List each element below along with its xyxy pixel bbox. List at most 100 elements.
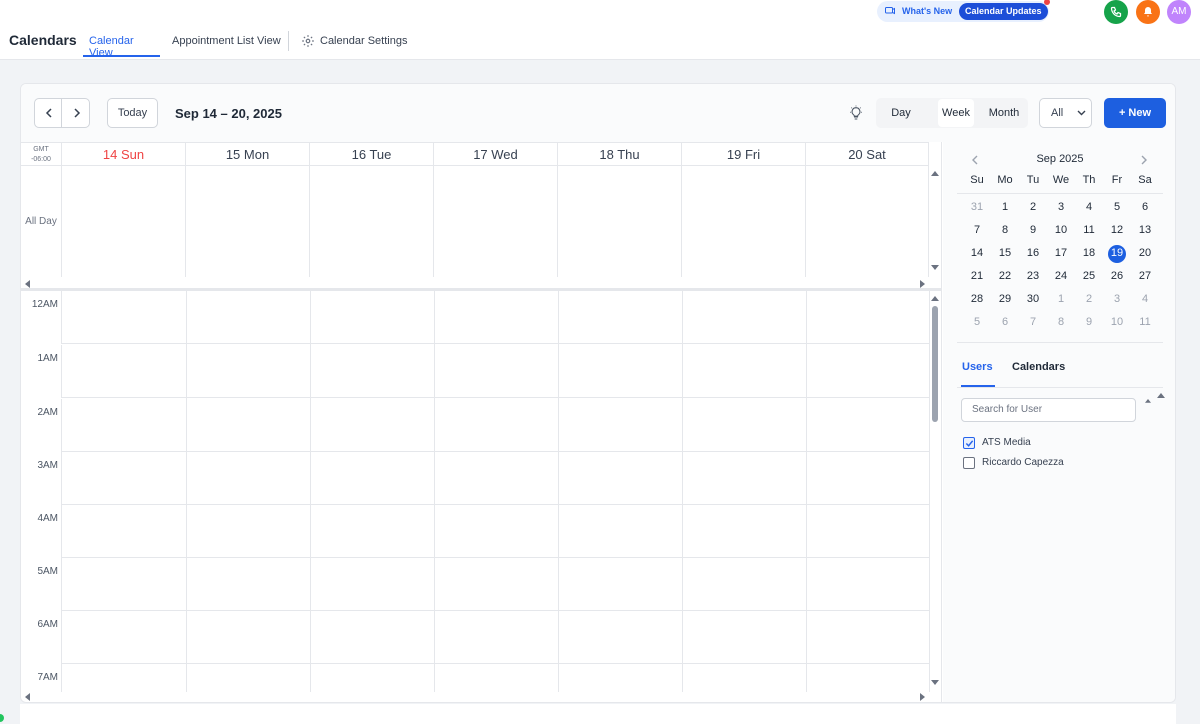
new-appointment-button[interactable]: + New [1104, 98, 1166, 128]
tab-calendars[interactable]: Calendars [1012, 361, 1065, 373]
mini-day[interactable]: 2 [1075, 288, 1103, 311]
today-button[interactable]: Today [107, 98, 158, 128]
phone-button[interactable] [1104, 0, 1128, 24]
mini-day[interactable]: 10 [1047, 219, 1075, 242]
mini-day[interactable]: 9 [1075, 311, 1103, 334]
all-day-cell-tue[interactable] [310, 166, 434, 277]
tab-appointment-list-view[interactable]: Appointment List View [172, 35, 281, 57]
calendar-updates-badge[interactable]: Calendar Updates [959, 3, 1048, 20]
mini-day[interactable]: 26 [1103, 265, 1131, 288]
scroll-left-icon[interactable] [25, 280, 31, 288]
hour-row[interactable] [62, 452, 929, 505]
chevron-right-icon[interactable] [1141, 155, 1148, 165]
mini-day[interactable]: 5 [1103, 196, 1131, 219]
checkbox[interactable] [963, 457, 975, 469]
view-month-button[interactable]: Month [982, 99, 1026, 127]
mini-day[interactable]: 5 [963, 311, 991, 334]
day-header-fri[interactable]: 19 Fri [682, 142, 806, 166]
hour-row[interactable] [62, 664, 929, 692]
mini-day[interactable]: 27 [1131, 265, 1159, 288]
hour-row[interactable] [62, 345, 929, 398]
mini-day[interactable]: 4 [1131, 288, 1159, 311]
lightbulb-icon[interactable] [848, 105, 864, 121]
scroll-right-icon[interactable] [919, 280, 925, 288]
vertical-scrollbar-thumb[interactable] [932, 306, 938, 422]
scroll-down-icon[interactable] [931, 680, 939, 686]
scroll-down-icon[interactable] [931, 265, 939, 271]
mini-day[interactable]: 17 [1047, 242, 1075, 265]
mini-day[interactable]: 15 [991, 242, 1019, 265]
mini-day-selected[interactable]: 19 [1103, 242, 1131, 265]
mini-day[interactable]: 30 [1019, 288, 1047, 311]
all-day-cell-sat[interactable] [806, 166, 929, 277]
mini-day[interactable]: 28 [963, 288, 991, 311]
all-day-cell-mon[interactable] [186, 166, 310, 277]
hour-row[interactable] [62, 505, 929, 558]
day-header-thu[interactable]: 18 Thu [558, 142, 682, 166]
view-week-button[interactable]: Week [938, 99, 974, 127]
mini-day[interactable]: 2 [1019, 196, 1047, 219]
mini-day[interactable]: 12 [1103, 219, 1131, 242]
mini-day[interactable]: 10 [1103, 311, 1131, 334]
mini-day[interactable]: 16 [1019, 242, 1047, 265]
mini-day[interactable]: 24 [1047, 265, 1075, 288]
mini-day[interactable]: 1 [1047, 288, 1075, 311]
day-header-mon[interactable]: 15 Mon [186, 142, 310, 166]
mini-day[interactable]: 20 [1131, 242, 1159, 265]
mini-day[interactable]: 11 [1131, 311, 1159, 334]
avatar[interactable]: AM [1167, 0, 1191, 24]
mini-day[interactable]: 25 [1075, 265, 1103, 288]
mini-day[interactable]: 3 [1103, 288, 1131, 311]
day-header-sat[interactable]: 20 Sat [806, 142, 929, 166]
mini-day[interactable]: 22 [991, 265, 1019, 288]
scroll-up-icon[interactable] [1157, 392, 1165, 398]
mini-day[interactable]: 6 [991, 311, 1019, 334]
notifications-button[interactable] [1136, 0, 1160, 24]
mini-day[interactable]: 3 [1047, 196, 1075, 219]
filter-select[interactable]: All [1039, 98, 1092, 128]
calendar-settings-link[interactable]: Calendar Settings [320, 35, 407, 57]
mini-day[interactable]: 4 [1075, 196, 1103, 219]
user-search-input[interactable]: Search for User [961, 398, 1136, 422]
calendar-card: Today Sep 14 – 20, 2025 Day Week Month A… [20, 83, 1176, 703]
mini-day[interactable]: 23 [1019, 265, 1047, 288]
gear-icon[interactable] [301, 34, 315, 48]
view-day-button[interactable]: Day [878, 99, 924, 127]
hour-row[interactable] [62, 558, 929, 611]
mini-day[interactable]: 29 [991, 288, 1019, 311]
scroll-up-icon[interactable] [931, 295, 939, 301]
all-day-cell-wed[interactable] [434, 166, 558, 277]
scroll-up-icon[interactable] [1145, 398, 1151, 403]
mini-day[interactable]: 6 [1131, 196, 1159, 219]
hour-row[interactable] [62, 611, 929, 664]
hour-row[interactable] [62, 399, 929, 452]
mini-day[interactable]: 7 [1019, 311, 1047, 334]
hour-row[interactable] [62, 291, 929, 344]
tab-calendar-view[interactable]: Calendar View [83, 35, 160, 59]
mini-day[interactable]: 8 [1047, 311, 1075, 334]
mini-day[interactable]: 1 [991, 196, 1019, 219]
all-day-cell-thu[interactable] [558, 166, 682, 277]
all-day-cell-sun[interactable] [62, 166, 186, 277]
mini-day[interactable]: 7 [963, 219, 991, 242]
whats-new-banner[interactable]: What's New Calendar Updates [877, 0, 1050, 22]
mini-day[interactable]: 11 [1075, 219, 1103, 242]
scroll-up-icon[interactable] [931, 170, 939, 176]
mini-day[interactable]: 31 [963, 196, 991, 219]
day-header-sun[interactable]: 14 Sun [62, 142, 186, 166]
tab-users[interactable]: Users [962, 361, 993, 373]
day-header-wed[interactable]: 17 Wed [434, 142, 558, 166]
mini-day[interactable]: 8 [991, 219, 1019, 242]
all-day-cell-fri[interactable] [682, 166, 806, 277]
next-week-button[interactable] [63, 99, 90, 127]
mini-day[interactable]: 18 [1075, 242, 1103, 265]
mini-day[interactable]: 9 [1019, 219, 1047, 242]
scroll-left-icon[interactable] [25, 693, 31, 701]
scroll-right-icon[interactable] [919, 693, 925, 701]
mini-day[interactable]: 14 [963, 242, 991, 265]
checkbox[interactable] [963, 437, 975, 449]
mini-day[interactable]: 21 [963, 265, 991, 288]
mini-day[interactable]: 13 [1131, 219, 1159, 242]
prev-week-button[interactable] [35, 99, 62, 127]
day-header-tue[interactable]: 16 Tue [310, 142, 434, 166]
